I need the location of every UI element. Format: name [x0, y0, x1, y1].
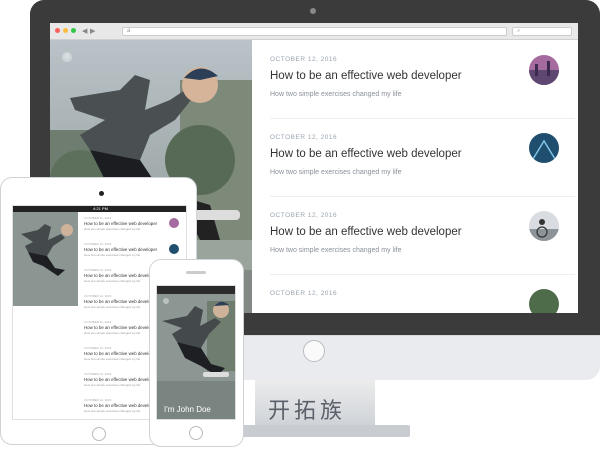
tablet-hero-photo	[13, 212, 78, 306]
post-thumbnail[interactable]	[529, 133, 559, 163]
post-date: OCTOBER 12, 2016	[270, 212, 338, 219]
home-icon[interactable]: ⌂	[62, 52, 72, 62]
post-date: OCTOBER 12, 2016	[270, 134, 338, 141]
close-dot-icon[interactable]	[55, 28, 60, 33]
browser-chrome: ◀ ▶ a ⌕	[50, 23, 578, 40]
imac-stand-base	[230, 425, 410, 437]
home-button[interactable]	[92, 427, 106, 441]
post-thumbnail[interactable]	[169, 218, 179, 228]
list-item[interactable]: OCTOBER 12, 2016 How to be an effective …	[270, 118, 575, 197]
back-icon[interactable]: ◀	[82, 27, 87, 35]
post-subtitle: How two simple exercises changed my life	[270, 169, 402, 176]
post-subtitle: How two simple exercises changed my life	[270, 247, 402, 254]
post-date: OCTOBER 12, 2016	[270, 56, 338, 63]
browser-search-input[interactable]: ⌕	[512, 27, 572, 36]
post-thumbnail[interactable]	[529, 289, 559, 313]
watermark-logo: 开拓族	[268, 399, 347, 424]
speaker-icon	[186, 271, 206, 274]
list-item[interactable]: OCTOBER 12, 2016 How to be an effective …	[270, 40, 575, 119]
post-title[interactable]: How to be an effective web developer	[270, 148, 462, 160]
status-time: 4:21 PM	[93, 206, 108, 211]
address-bar[interactable]: a	[122, 27, 507, 36]
post-date: OCTOBER 12, 2016	[270, 290, 338, 297]
name-caption: I'm John Doe	[164, 405, 211, 414]
camera-icon	[99, 191, 104, 196]
minimize-dot-icon[interactable]	[63, 28, 68, 33]
maximize-dot-icon[interactable]	[71, 28, 76, 33]
post-thumbnail[interactable]	[169, 244, 179, 254]
phone-screen	[156, 285, 236, 420]
post-title[interactable]: How to be an effective web developer	[270, 70, 462, 82]
post-thumbnail[interactable]	[529, 211, 559, 241]
camera-icon	[310, 8, 316, 14]
home-button[interactable]	[189, 426, 203, 440]
apple-logo-icon	[303, 340, 325, 362]
forward-icon[interactable]: ▶	[90, 27, 95, 35]
post-thumbnail[interactable]	[529, 55, 559, 85]
post-title[interactable]: How to be an effective web developer	[270, 226, 462, 238]
list-item[interactable]: OCTOBER 12, 2016 How to be an effective …	[270, 196, 575, 275]
post-subtitle: How two simple exercises changed my life	[270, 91, 402, 98]
list-item[interactable]: OCTOBER 12, 2016	[270, 274, 575, 313]
home-icon[interactable]	[163, 298, 169, 304]
